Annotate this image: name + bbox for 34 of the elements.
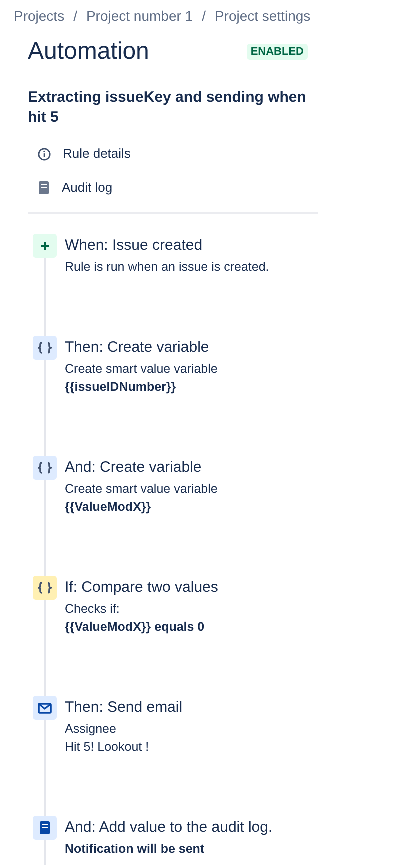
step-description: Create smart value variable <box>65 481 218 498</box>
step-description: {{ValueModX}} <box>65 499 152 516</box>
step-description: Notification will be sent <box>65 841 206 858</box>
plus-icon <box>33 234 57 258</box>
document-icon <box>38 181 50 195</box>
step-title[interactable]: And: Create variable <box>65 456 218 480</box>
step-title[interactable]: When: Issue created <box>65 234 270 258</box>
rule-name: Extracting issueKey and sending when hit 5 <box>28 88 308 128</box>
info-icon <box>38 148 51 160</box>
step-description: Rule is run when an issue is created. <box>65 259 270 276</box>
breadcrumb-separator: / <box>202 7 206 26</box>
step-description: Checks if: <box>65 601 121 618</box>
step-description: Assignee <box>65 721 118 738</box>
breadcrumb-separator: / <box>74 7 78 26</box>
breadcrumb-link[interactable]: Projects <box>14 6 65 26</box>
braces-icon <box>33 336 57 360</box>
step-title[interactable]: If: Compare two values <box>65 576 218 600</box>
step-description: Create smart value variable <box>65 361 218 378</box>
braces-icon <box>33 456 57 480</box>
step-description: Hit 5! Lookout ! <box>65 739 150 756</box>
step-description: {{issueIDNumber}} <box>65 379 178 396</box>
envelope-icon <box>33 696 57 720</box>
menu-item[interactable]: Audit log <box>38 178 318 198</box>
page-title: Automation <box>28 37 150 67</box>
menu-item[interactable]: Rule details <box>38 144 318 164</box>
step-description: {{ValueModX}} equals 0 <box>65 619 206 636</box>
status-lozenge: ENABLED <box>246 44 308 60</box>
document-icon <box>33 816 57 840</box>
step-title[interactable]: Then: Create variable <box>65 336 218 360</box>
step-title[interactable]: And: Add value to the audit log. <box>65 816 273 840</box>
breadcrumb-link[interactable]: Project settings <box>214 6 311 26</box>
braces-icon <box>33 576 57 600</box>
breadcrumb-link[interactable]: Project number 1 <box>86 6 194 26</box>
step-title[interactable]: Then: Send email <box>65 696 183 720</box>
